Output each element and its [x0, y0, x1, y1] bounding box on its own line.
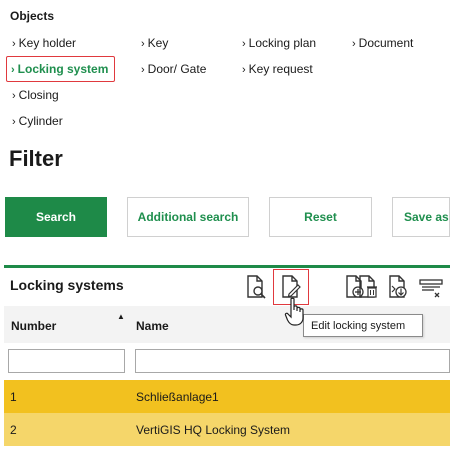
object-link-key-request[interactable]: › Key request	[242, 62, 313, 76]
object-link-label: Closing	[18, 88, 59, 102]
cell-number: 2	[10, 423, 17, 437]
object-link-label: Cylinder	[18, 114, 63, 128]
chevron-right-icon: ›	[242, 64, 246, 76]
object-link-label: Locking plan	[248, 36, 317, 50]
chevron-right-icon: ›	[11, 64, 15, 76]
object-link-locking-plan[interactable]: › Locking plan	[242, 36, 316, 50]
object-link-label: Locking system	[17, 62, 109, 76]
panel-top-border	[4, 265, 450, 268]
object-link-label: Door/ Gate	[147, 62, 207, 76]
object-link-label: Key	[147, 36, 169, 50]
export-document-icon[interactable]	[384, 272, 412, 302]
object-link-cylinder[interactable]: › Cylinder	[12, 114, 63, 128]
sort-ascending-icon[interactable]: ▲	[117, 312, 125, 321]
save-as-button[interactable]: Save as	[392, 197, 450, 237]
object-link-door-gate[interactable]: › Door/ Gate	[141, 62, 206, 76]
cell-name: VertiGIS HQ Locking System	[136, 423, 291, 437]
object-link-document[interactable]: › Document	[352, 36, 413, 50]
reset-button[interactable]: Reset	[269, 197, 372, 237]
filter-title: Filter	[9, 146, 63, 171]
cell-number: 1	[10, 390, 17, 404]
hand-cursor-icon	[284, 297, 306, 332]
objects-title: Objects	[10, 9, 55, 23]
object-link-label: Key holder	[18, 36, 77, 50]
chevron-right-icon: ›	[12, 38, 16, 50]
tooltip: Edit locking system	[303, 314, 423, 337]
panel-title: Locking systems	[10, 277, 124, 293]
delete-document-icon[interactable]	[354, 272, 382, 302]
more-options-icon[interactable]	[417, 272, 445, 302]
object-link-label: Document	[358, 36, 414, 50]
additional-search-button[interactable]: Additional search	[127, 197, 249, 237]
search-button[interactable]: Search	[5, 197, 107, 237]
view-document-icon[interactable]	[242, 272, 270, 302]
object-link-key-holder[interactable]: › Key holder	[12, 36, 76, 50]
object-link-closing[interactable]: › Closing	[12, 88, 59, 102]
chevron-right-icon: ›	[12, 116, 16, 128]
cell-name: Schließanlage1	[136, 390, 219, 404]
chevron-right-icon: ›	[12, 90, 16, 102]
object-link-label: Key request	[248, 62, 313, 76]
chevron-right-icon: ›	[242, 38, 246, 50]
column-header-number[interactable]: Number	[11, 319, 56, 333]
table-row[interactable]: 2 VertiGIS HQ Locking System	[4, 413, 450, 446]
chevron-right-icon: ›	[352, 38, 356, 50]
number-filter-input[interactable]	[8, 349, 125, 373]
column-header-name[interactable]: Name	[136, 319, 169, 333]
object-link-locking-system[interactable]: › Locking system	[6, 56, 116, 82]
chevron-right-icon: ›	[141, 38, 145, 50]
name-filter-input[interactable]	[135, 349, 450, 373]
chevron-right-icon: ›	[141, 64, 145, 76]
object-link-key[interactable]: › Key	[141, 36, 168, 50]
table-row[interactable]: 1 Schließanlage1	[4, 380, 450, 413]
